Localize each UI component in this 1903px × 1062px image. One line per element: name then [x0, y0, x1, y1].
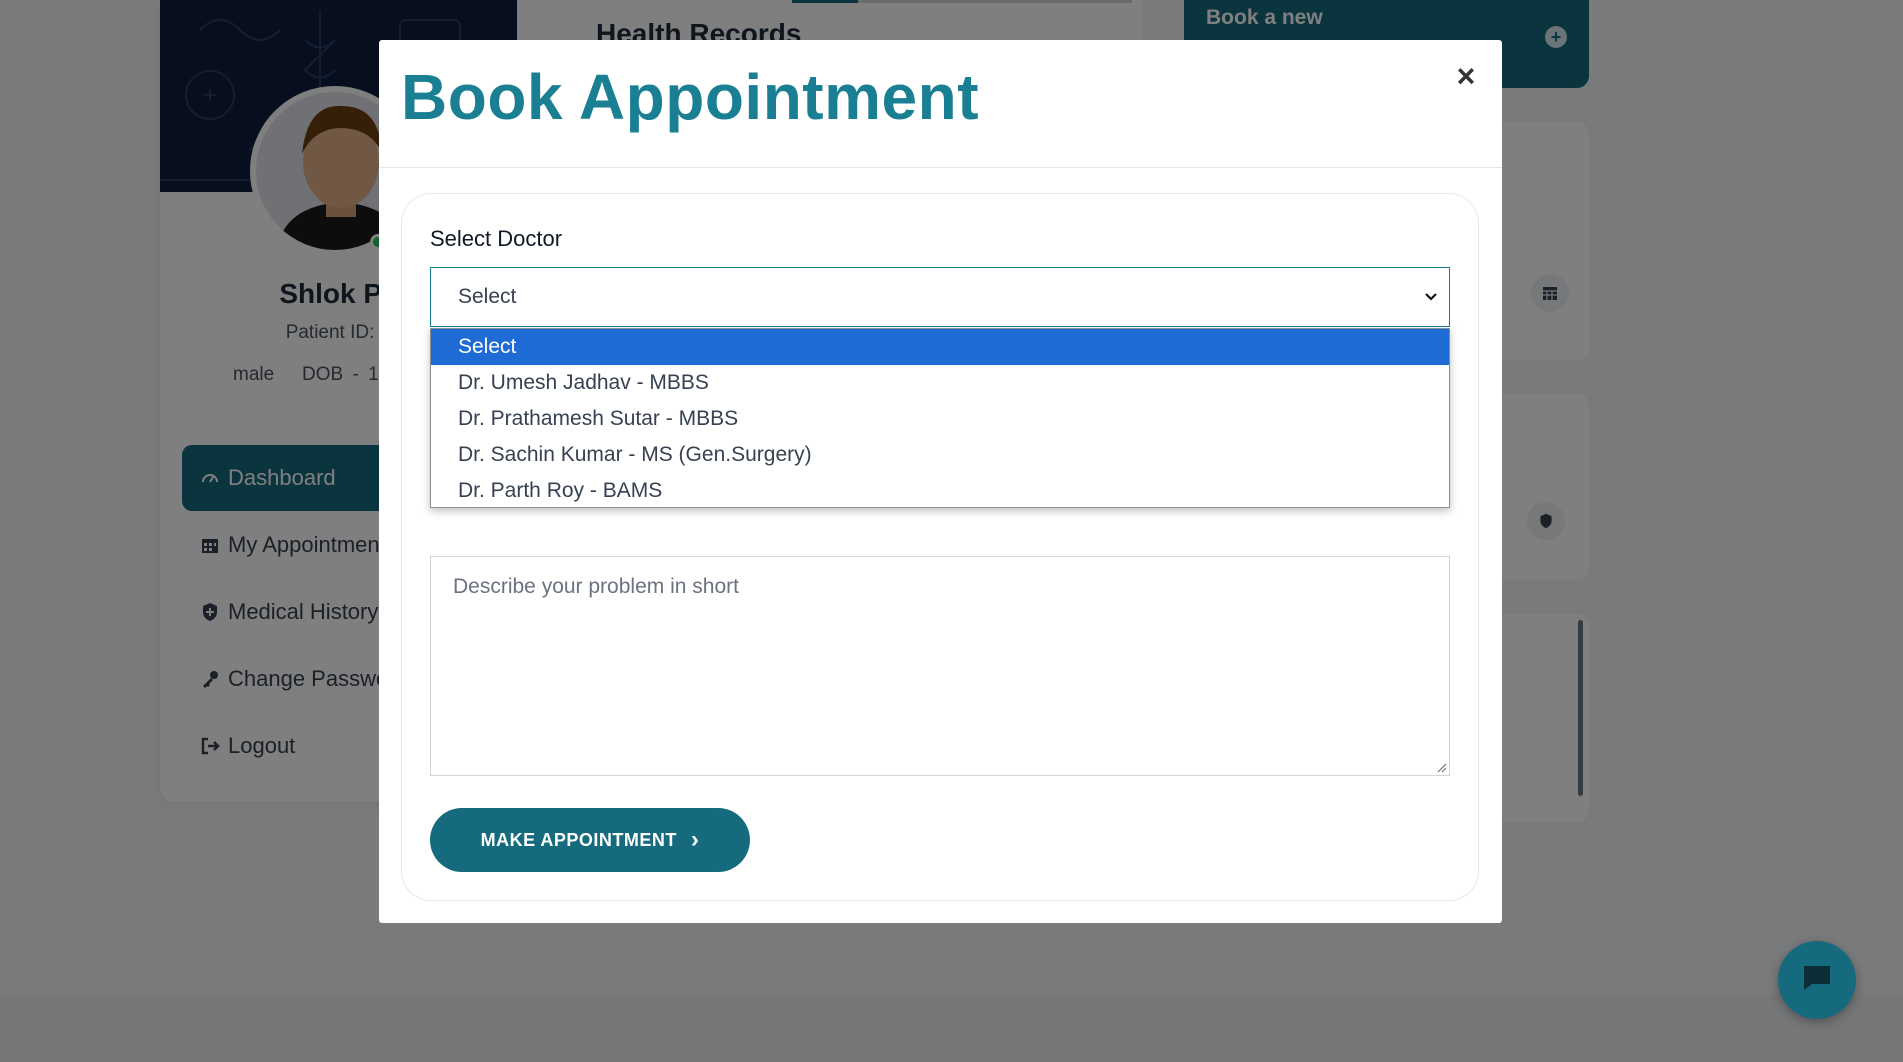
select-doctor-label: Select Doctor	[430, 226, 563, 251]
modal-header: Book Appointment ×	[379, 40, 1502, 168]
chevron-right-icon: ›	[690, 826, 700, 853]
problem-placeholder: Describe your problem in short	[453, 575, 739, 598]
doctor-dropdown-list: Select Dr. Umesh Jadhav - MBBS Dr. Prath…	[430, 328, 1450, 508]
dropdown-option[interactable]: Dr. Umesh Jadhav - MBBS	[431, 365, 1449, 401]
resize-grip-icon[interactable]	[1435, 761, 1447, 773]
doctor-select[interactable]: Select	[430, 267, 1450, 327]
dropdown-option[interactable]: Select	[431, 329, 1449, 365]
appointment-form: Select Doctor Select Select Dr. Umesh Ja…	[401, 193, 1479, 901]
dropdown-option[interactable]: Dr. Sachin Kumar - MS (Gen.Surgery)	[431, 437, 1449, 473]
problem-description-input[interactable]: Describe your problem in short	[430, 556, 1450, 776]
dropdown-option[interactable]: Dr. Prathamesh Sutar - MBBS	[431, 401, 1449, 437]
doctor-select-value: Select	[458, 285, 517, 308]
chevron-down-icon	[1425, 293, 1437, 301]
book-appointment-modal: Book Appointment × Select Doctor Select …	[379, 40, 1502, 923]
dropdown-option[interactable]: Dr. Parth Roy - BAMS	[431, 473, 1449, 509]
chat-button[interactable]	[1778, 941, 1856, 1019]
make-appointment-button[interactable]: MAKE APPOINTMENT ›	[430, 808, 750, 872]
modal-title: Book Appointment	[401, 61, 979, 133]
close-icon[interactable]: ×	[1450, 60, 1482, 92]
chat-bubble-icon	[1802, 964, 1832, 997]
make-appointment-label: MAKE APPOINTMENT	[480, 829, 677, 850]
